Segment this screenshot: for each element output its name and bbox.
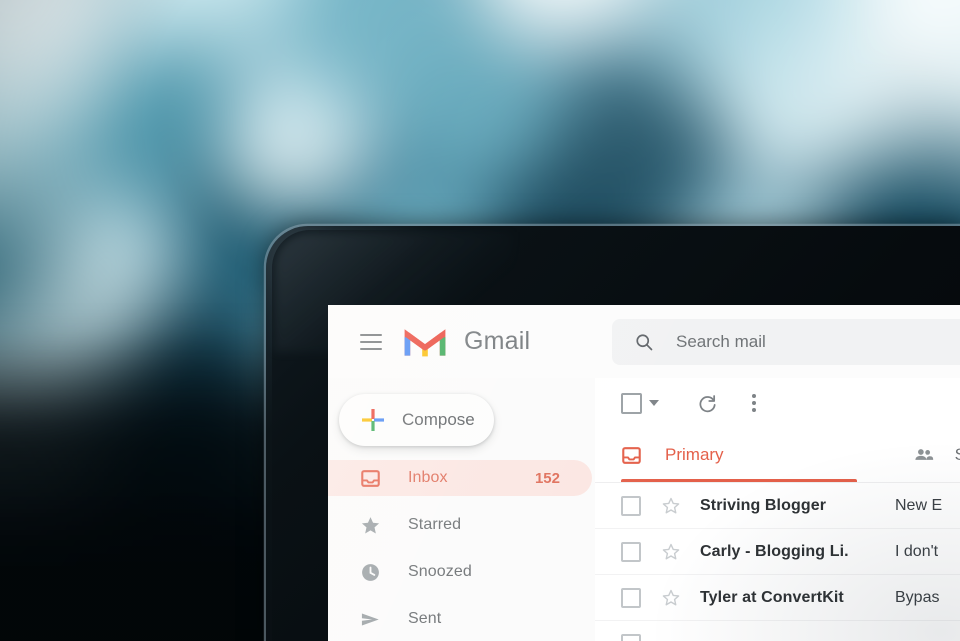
- plus-icon: [361, 408, 385, 432]
- clock-icon: [360, 562, 382, 583]
- star-icon: [360, 515, 382, 536]
- list-toolbar: [595, 378, 960, 428]
- people-icon: [913, 444, 935, 467]
- brand-name: Gmail: [464, 327, 531, 355]
- sidebar-count-inbox: 152: [534, 469, 560, 487]
- more-dot: [752, 408, 756, 412]
- email-subject: I don't: [895, 542, 939, 560]
- tab-social[interactable]: S: [905, 428, 960, 482]
- mail-list-pane: Primary Striving Blogger New E Carly - B…: [595, 378, 960, 641]
- hamburger-bar: [360, 340, 382, 343]
- laptop: Gmail Search mail Compose Inbox 152 Star…: [266, 226, 960, 641]
- sidebar-item-starred[interactable]: Starred: [328, 507, 592, 543]
- gmail-logo-icon[interactable]: [404, 326, 446, 358]
- tab-active-indicator: [621, 479, 857, 482]
- star-icon[interactable]: [661, 496, 681, 516]
- star-icon[interactable]: [661, 588, 681, 608]
- search-input[interactable]: Search mail: [676, 332, 766, 352]
- table-row[interactable]: Tyler at ConvertKit Bypas: [595, 575, 960, 621]
- email-subject: New E: [895, 496, 943, 514]
- gmail-app: Gmail Search mail Compose Inbox 152 Star…: [328, 305, 960, 641]
- sidebar-nav: Inbox 152 Starred Snoozed Sent: [328, 460, 595, 641]
- laptop-screen: Gmail Search mail Compose Inbox 152 Star…: [328, 305, 960, 641]
- row-checkbox[interactable]: [621, 495, 641, 516]
- sidebar-label-sent: Sent: [408, 610, 442, 627]
- sidebar: Compose Inbox 152 Starred Snoozed Sent: [328, 378, 595, 641]
- more-dot: [752, 401, 756, 405]
- hamburger-bar: [360, 333, 382, 336]
- send-icon: [360, 609, 382, 630]
- search-bar[interactable]: Search mail: [612, 319, 960, 365]
- category-tabs: Primary: [595, 428, 960, 483]
- sidebar-label-inbox: Inbox: [408, 469, 448, 486]
- sidebar-label-starred: Starred: [408, 516, 462, 533]
- table-row[interactable]: [595, 621, 960, 641]
- sidebar-label-snoozed: Snoozed: [408, 563, 472, 580]
- search-icon: [634, 332, 654, 352]
- table-row[interactable]: Striving Blogger New E: [595, 483, 960, 529]
- row-checkbox[interactable]: [621, 541, 641, 562]
- refresh-icon[interactable]: [697, 393, 718, 414]
- tab-label-primary: Primary: [665, 445, 724, 464]
- email-list: Striving Blogger New E Carly - Blogging …: [595, 483, 960, 641]
- tab-primary[interactable]: Primary: [595, 428, 859, 482]
- compose-label: Compose: [402, 410, 475, 429]
- row-checkbox[interactable]: [621, 587, 641, 608]
- email-sender: Carly - Blogging Li.: [700, 542, 849, 560]
- more-dot: [752, 394, 756, 398]
- more-vertical-icon[interactable]: [752, 394, 756, 412]
- inbox-icon: [621, 445, 643, 466]
- main-menu-icon[interactable]: [360, 333, 382, 350]
- chevron-down-icon[interactable]: [649, 400, 659, 406]
- hamburger-bar: [360, 347, 382, 350]
- table-row[interactable]: Carly - Blogging Li. I don't: [595, 529, 960, 575]
- gmail-header: Gmail Search mail: [328, 305, 960, 379]
- select-all-checkbox[interactable]: [621, 392, 642, 414]
- sidebar-item-snoozed[interactable]: Snoozed: [328, 554, 592, 590]
- inbox-icon: [360, 468, 382, 489]
- email-sender: Striving Blogger: [700, 496, 827, 514]
- row-checkbox[interactable]: [621, 633, 641, 641]
- star-icon[interactable]: [661, 542, 681, 562]
- sidebar-item-inbox[interactable]: Inbox 152: [328, 460, 592, 496]
- sidebar-item-sent[interactable]: Sent: [328, 601, 592, 637]
- tab-label-social: S: [955, 445, 960, 465]
- email-sender: Tyler at ConvertKit: [700, 588, 844, 606]
- photo-stage: Gmail Search mail Compose Inbox 152 Star…: [0, 0, 960, 641]
- email-subject: Bypas: [895, 588, 940, 606]
- compose-button[interactable]: Compose: [339, 394, 494, 446]
